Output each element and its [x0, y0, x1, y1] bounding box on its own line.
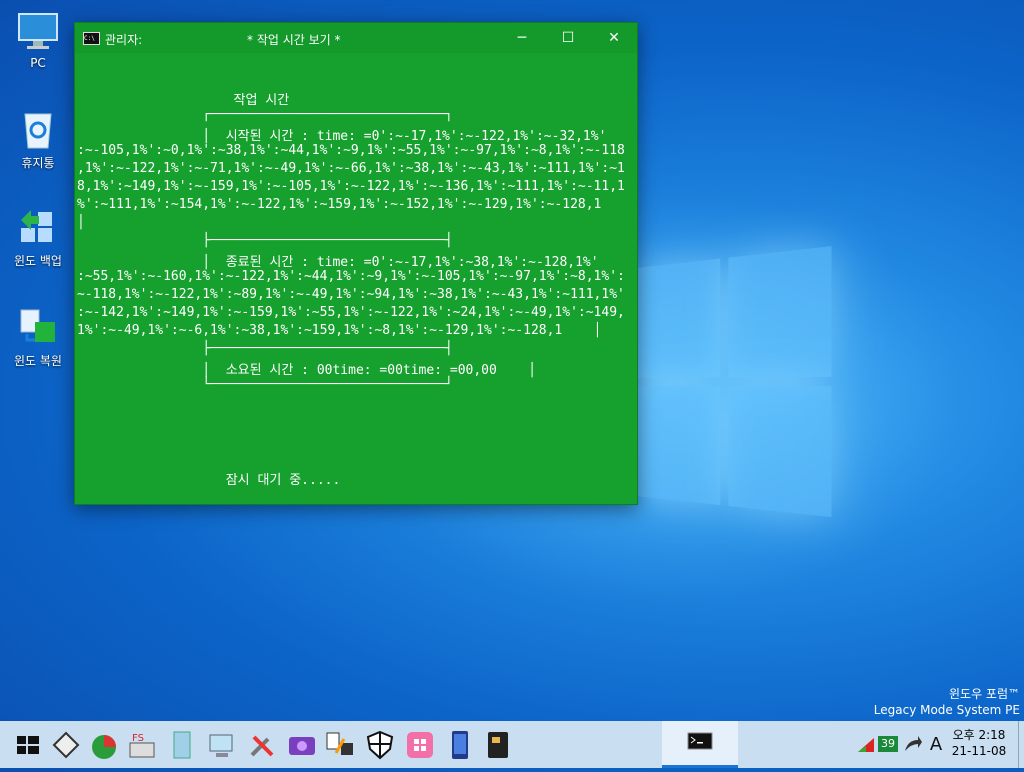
- clock[interactable]: 오후 2:18 21-11-08: [944, 727, 1014, 759]
- desktop-icon-label: 윈도 복원: [14, 354, 62, 368]
- desktop-icon-restore[interactable]: 윈도 복원: [0, 306, 76, 369]
- desktop-icon-label: 윈도 백업: [14, 254, 62, 268]
- ime-indicator[interactable]: A: [926, 721, 946, 768]
- console-line: │ 종료된 시간 : time: =0':~-17,1%':~38,1%':~-…: [77, 255, 599, 270]
- share-arrow-icon[interactable]: [902, 721, 922, 768]
- window-user-label: 관리자:: [105, 33, 143, 47]
- taskbar-app-shield-icon[interactable]: [364, 729, 396, 761]
- monitor-icon: [17, 10, 59, 52]
- windows-start-icon: [17, 736, 39, 754]
- start-button[interactable]: [12, 729, 44, 761]
- console-icon: C:\: [83, 32, 100, 45]
- console-line: :~-142,1%':~149,1%':~-159,1%':~55,1%':~-…: [77, 305, 625, 320]
- console-line: └──────────────────────────────┘: [77, 377, 453, 392]
- taskbar-app-card-icon[interactable]: [482, 729, 514, 761]
- watermark-line1: 윈도우 포럼™: [948, 687, 1020, 701]
- console-line: ,1%':~-122,1%':~-71,1%':~-49,1%':~-66,1%…: [77, 161, 625, 176]
- minimize-button[interactable]: ─: [499, 23, 545, 53]
- taskbar-app-tools-icon[interactable]: [246, 729, 278, 761]
- console-line: 1%':~-49,1%':~-6,1%':~38,1%':~159,1%':~8…: [77, 323, 602, 338]
- taskbar-app-media-icon[interactable]: [286, 729, 318, 761]
- taskbar-app-transfer-icon[interactable]: [324, 729, 356, 761]
- console-line: ├──────────────────────────────┤: [77, 233, 453, 248]
- clock-time: 오후 2:18: [952, 728, 1006, 742]
- console-line: │ 소요된 시간 : 00time: =00time: =00,00 │: [77, 363, 536, 378]
- taskbar: FS 39 A 오후 2:18 21-11-08: [0, 721, 1024, 768]
- clock-date: 21-11-08: [951, 744, 1007, 758]
- show-desktop-button[interactable]: [1018, 721, 1024, 768]
- tray-badge[interactable]: 39: [878, 736, 898, 752]
- taskbar-app-fs-icon[interactable]: FS: [126, 729, 158, 761]
- console-output: 작업 시간 ┌──────────────────────────────┐ │…: [75, 53, 637, 504]
- restore-icon: [17, 306, 59, 348]
- desktop-icon-pc[interactable]: PC: [0, 10, 76, 70]
- svg-text:FS: FS: [132, 733, 144, 744]
- taskbar-app-disk-icon[interactable]: [50, 729, 82, 761]
- desktop-icon-recycle-bin[interactable]: 휴지통: [0, 108, 76, 171]
- taskbar-app-book-icon[interactable]: [166, 729, 198, 761]
- os-watermark: 윈도우 포럼™ Legacy Mode System PE: [874, 686, 1020, 718]
- taskbar-app-phone-icon[interactable]: [444, 729, 476, 761]
- console-line: ┌──────────────────────────────┐: [77, 107, 453, 122]
- console-line: 8,1%':~149,1%':~-159,1%':~-105,1%':~-122…: [77, 179, 625, 194]
- desktop-icon-label: 휴지통: [21, 156, 55, 170]
- console-line: :~-105,1%':~0,1%':~38,1%':~44,1%':~9,1%'…: [77, 143, 625, 158]
- recycle-bin-icon: [17, 108, 59, 150]
- taskbar-app-computer-icon[interactable]: [206, 729, 238, 761]
- window-titlebar[interactable]: C:\ 관리자: * 작업 시간 보기 * ─ ☐ ✕: [75, 23, 637, 53]
- windows-logo-wallpaper: [636, 246, 832, 522]
- watermark-line2: Legacy Mode System PE: [873, 703, 1020, 717]
- console-line: :~55,1%':~-160,1%':~-122,1%':~44,1%':~9,…: [77, 269, 625, 284]
- close-button[interactable]: ✕: [591, 23, 637, 53]
- taskbar-app-partition-icon[interactable]: [88, 729, 120, 761]
- console-line: │: [77, 215, 85, 230]
- console-line: ├──────────────────────────────┤: [77, 341, 453, 356]
- taskbar-active-console[interactable]: [662, 721, 738, 768]
- console-line: │ 시작된 시간 : time: =0':~-17,1%':~-122,1%':…: [77, 129, 607, 144]
- taskbar-app-store-icon[interactable]: [404, 729, 436, 761]
- network-icon[interactable]: [856, 721, 878, 768]
- console-line: %':~111,1%':~154,1%':~-122,1%':~159,1%':…: [77, 197, 602, 212]
- desktop-icon-label: PC: [30, 56, 46, 70]
- console-line: 잠시 대기 중.....: [77, 473, 341, 488]
- maximize-button[interactable]: ☐: [545, 23, 591, 53]
- console-line: ~-118,1%':~-122,1%':~89,1%':~-49,1%':~94…: [77, 287, 625, 302]
- window-title: * 작업 시간 보기 *: [247, 33, 341, 47]
- console-line: 작업 시간: [77, 93, 290, 108]
- console-window[interactable]: C:\ 관리자: * 작업 시간 보기 * ─ ☐ ✕ 작업 시간 ┌─────…: [74, 22, 638, 505]
- backup-icon: [17, 206, 59, 248]
- desktop-icon-backup[interactable]: 윈도 백업: [0, 206, 76, 269]
- console-icon: [687, 732, 713, 750]
